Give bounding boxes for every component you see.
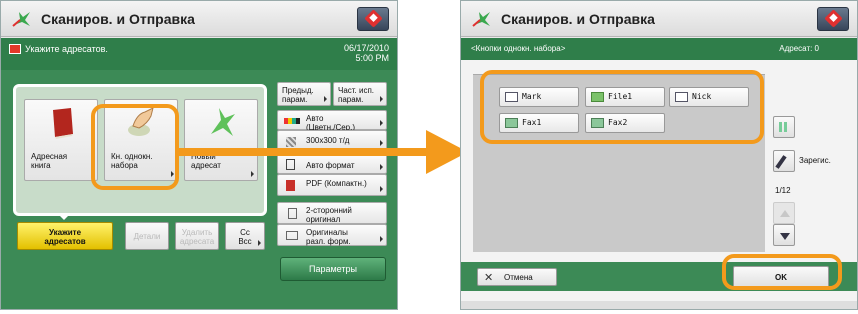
pdf-icon [286,180,295,191]
app-title-right: Сканиров. и Отправка [501,11,655,27]
favorite-settings-button[interactable]: Част. исп. парам. [333,82,387,106]
status-bar: Укажите адресатов. 06/17/2010 5:00 PM [1,38,397,70]
one-touch-highlight [91,104,179,190]
delete-label-2: адресата [179,237,215,246]
color-bars-icon [284,118,300,124]
datetime: 06/17/2010 5:00 PM [344,43,389,63]
duplex-label-1: 2-сторонний [306,206,352,215]
prev-label-2: парам. [282,95,308,104]
specify-label-2: адресатов [44,237,86,246]
delete-destination-button[interactable]: Удалить адресата [175,222,219,250]
down-arrow-icon [780,233,790,240]
mixed-originals-icon [286,231,298,240]
format-arrow-icon [380,186,383,192]
previous-settings-button[interactable]: Предыд. парам. [277,82,331,106]
format-label: PDF (Компактн.) [306,179,367,188]
time-text: 5:00 PM [355,53,389,63]
specify-destinations-button[interactable]: Укажите адресатов [17,222,113,250]
prev-arrow-icon [324,96,327,102]
one-touch-header: <Кнопки однокн. набора> Адресат: 0 [461,38,857,60]
main-menu-button[interactable] [357,7,389,31]
scroll-up-button[interactable] [773,202,795,224]
status-message: Укажите адресатов. [25,44,108,54]
address-book-label-2: книга [31,161,51,170]
date-text: 06/17/2010 [343,43,389,53]
ok-highlight [722,254,842,290]
prev-label-1: Предыд. [282,86,314,95]
mixed-arrow-icon [380,236,383,242]
color-label-1: Авто [306,114,324,123]
options-button[interactable]: Параметры [280,257,386,281]
main-menu-button-right[interactable] [817,7,849,31]
bottom-strip [461,301,857,309]
recipients-count: Адресат: 0 [779,44,819,53]
color-mode-button[interactable]: Авто (Цветн./Сер.) [277,110,387,132]
specify-label-1: Укажите [48,228,82,237]
cc-bcc-arrow-icon [258,240,261,246]
scan-send-logo-icon [12,12,30,27]
main-area: Адресная книга Кн. однокн. набора Новый адр… [1,70,397,309]
address-book-button[interactable]: Адресная книга [24,99,98,181]
delete-label-1: Удалить [181,228,213,237]
grid-view-icon [779,122,789,132]
one-touch-header-title: <Кнопки однокн. набора> [471,44,566,53]
duplex-icon [288,208,297,219]
grid-view-button[interactable] [773,116,795,138]
up-arrow-icon [780,210,790,217]
main-menu-icon [824,9,843,28]
file-format-button[interactable]: PDF (Компактн.) [277,174,387,196]
mixed-originals-button[interactable]: Оригиналы разл. форм. [277,224,387,246]
entries-highlight [480,70,764,144]
fav-arrow-icon [380,96,383,102]
details-button[interactable]: Детали [125,222,169,250]
cc-label: Cc [240,228,250,237]
register-button[interactable] [773,150,795,172]
duplex-original-button[interactable]: 2-сторонний оригинал [277,202,387,224]
transition-arrow-icon [178,130,468,174]
cc-bcc-button[interactable]: Cc Bcc [225,222,265,250]
fav-label-2: парам. [338,95,364,104]
cancel-label: Отмена [504,273,533,282]
page-indicator: 1/12 [775,186,791,195]
scan-send-logo-icon [472,12,490,27]
mixed-label-2: разл. форм. [306,237,351,246]
fav-label-1: Част. исп. [338,86,375,95]
warning-icon [9,44,21,54]
app-title: Сканиров. и Отправка [41,11,195,27]
mixed-label-1: Оригиналы [306,228,348,237]
title-bar: Сканиров. и Отправка [1,1,397,37]
main-menu-icon [364,9,383,28]
pen-icon [775,155,787,169]
close-icon: ✕ [484,272,494,284]
color-arrow-icon [380,120,383,126]
cancel-button[interactable]: ✕ Отмена [477,268,557,286]
panel-pointer [57,213,71,220]
scroll-down-button[interactable] [773,224,795,246]
duplex-label-2: оригинал [306,215,341,224]
register-label: Зарегис. [799,156,831,165]
address-book-label-1: Адресная [31,152,68,161]
address-book-icon [53,108,73,139]
title-bar-right: Сканиров. и Отправка [461,1,857,37]
